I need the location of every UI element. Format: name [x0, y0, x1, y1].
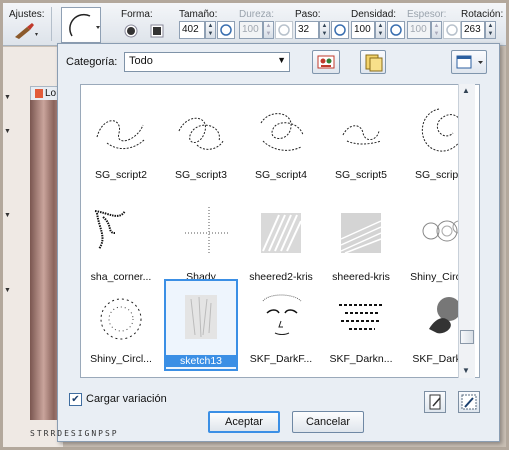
brush-item[interactable]: SKF_DarkF...: [241, 279, 321, 375]
brush-item[interactable]: SG_script4: [241, 95, 321, 191]
grid-view-icon: [452, 55, 486, 76]
left-arrow-icon[interactable]: ▼: [4, 212, 11, 219]
brush-item-selected[interactable]: sketch13: [161, 279, 241, 375]
forma-label: Forma:: [121, 9, 153, 20]
watermark: STRRDESIGNPSP: [30, 429, 119, 438]
brush-thumbnail: [262, 294, 302, 335]
load-variation-label: Cargar variación: [86, 393, 167, 405]
espesor-slider-icon: [443, 21, 461, 39]
load-variation-checkbox[interactable]: ✔: [69, 393, 82, 406]
scroll-up-icon[interactable]: ▲: [462, 86, 470, 95]
brush-thumbnail: [340, 213, 382, 254]
tamano-label: Tamaño:: [179, 9, 218, 20]
tool-options-bar: Ajustes: Forma: Tamaño: 402 ▲ ▼ Dureza: 1…: [3, 3, 506, 46]
dropper-icon: [459, 394, 479, 415]
brush-thumbnail: [96, 120, 146, 149]
brush-thumbnail: [342, 125, 382, 145]
dureza-spinner: ▲ ▼: [263, 21, 274, 39]
brush-label: SG_script4: [255, 169, 307, 181]
paso-slider-icon[interactable]: [331, 21, 349, 39]
round-shape-icon[interactable]: [123, 23, 139, 39]
rotacion-input[interactable]: 263: [461, 21, 485, 39]
densidad-slider-icon[interactable]: [387, 21, 405, 39]
brush-label: SKF_Darkn...: [329, 353, 393, 365]
ajustes-label: Ajustes:: [9, 9, 45, 20]
brush-item[interactable]: SG_script3: [161, 95, 241, 191]
scroll-down-icon[interactable]: ▼: [462, 366, 470, 375]
brush-label: SG_script3: [175, 169, 227, 181]
tamano-slider-icon[interactable]: [217, 21, 235, 39]
brush-preset-icon[interactable]: [11, 21, 39, 41]
rotacion-spinner[interactable]: ▲ ▼: [485, 21, 496, 39]
left-arrow-icon[interactable]: ▼: [4, 128, 11, 135]
brush-thumbnail: [94, 210, 126, 250]
brush-thumbnail: [260, 113, 304, 151]
brush-thumbnail: [339, 304, 383, 330]
file-locations-button[interactable]: [360, 50, 386, 74]
espesor-label: Espesor:: [407, 9, 447, 20]
brush-item[interactable]: SKF_Darkn...: [321, 279, 401, 375]
chevron-down-icon: ▼: [277, 55, 286, 65]
accept-button[interactable]: Aceptar: [208, 411, 280, 433]
paso-label: Paso:: [295, 9, 321, 20]
category-value: Todo: [129, 55, 153, 67]
brush-thumbnail: [185, 207, 229, 255]
edit-brush-button[interactable]: [424, 391, 446, 413]
square-shape-icon[interactable]: [149, 23, 165, 39]
rotacion-label: Rotación:: [461, 9, 504, 20]
resource-manager-button[interactable]: [312, 50, 340, 74]
espesor-spinner: ▲ ▼: [431, 21, 442, 39]
tamano-input[interactable]: 402: [179, 21, 205, 39]
category-select[interactable]: Todo ▼: [124, 52, 290, 72]
view-options-button[interactable]: [451, 50, 487, 74]
brush-thumbnail: [178, 117, 224, 150]
paso-spinner[interactable]: ▲ ▼: [319, 21, 330, 39]
brush-item[interactable]: SG_script2: [81, 95, 161, 191]
brush-label: SG_script5: [335, 169, 387, 181]
scrollbar-thumb[interactable]: [460, 330, 474, 344]
brush-label: SKF_DarkF...: [249, 353, 313, 365]
paso-input[interactable]: 32: [295, 21, 319, 39]
tamano-spinner[interactable]: ▲ ▼: [205, 21, 216, 39]
espesor-input: 100: [407, 21, 431, 39]
palette-icon: [313, 55, 339, 76]
densidad-label: Densidad:: [351, 9, 397, 20]
dureza-slider-icon: [275, 21, 293, 39]
brush-thumbnail: [185, 295, 217, 339]
left-arrow-icon[interactable]: ▼: [4, 287, 11, 294]
densidad-spinner[interactable]: ▲ ▼: [375, 21, 386, 39]
brush-shape-preview[interactable]: [61, 7, 101, 43]
brush-label: Shiny_Circl...: [90, 353, 152, 365]
category-label: Categoría:: [66, 56, 118, 68]
brush-label: SG_script2: [95, 169, 147, 181]
densidad-input[interactable]: 100: [351, 21, 375, 39]
left-arrow-icon[interactable]: ▼: [4, 94, 11, 101]
brush-grid-scrollbar[interactable]: ▲ ▼: [458, 84, 475, 378]
brush-picker-dialog: Categoría: Todo ▼ SG_script2 SG_script3 …: [57, 43, 500, 442]
pick-color-button[interactable]: [458, 391, 480, 413]
brush-item[interactable]: SG_script5: [321, 95, 401, 191]
edit-document-icon: [425, 394, 445, 415]
brush-thumbnail: [261, 213, 302, 253]
dureza-input: 100: [239, 21, 263, 39]
cancel-button[interactable]: Cancelar: [292, 411, 364, 433]
brush-grid: SG_script2 SG_script3 SG_script4 SG_scri…: [80, 84, 480, 378]
document-tab-label: Lo: [45, 88, 57, 99]
brush-item[interactable]: Shiny_Circl...: [81, 279, 161, 375]
document-icon: [35, 88, 43, 98]
brush-label: sketch13: [164, 355, 238, 367]
dureza-label: Dureza:: [239, 9, 275, 20]
brush-thumbnail: [100, 298, 142, 340]
folders-icon: [361, 54, 385, 76]
